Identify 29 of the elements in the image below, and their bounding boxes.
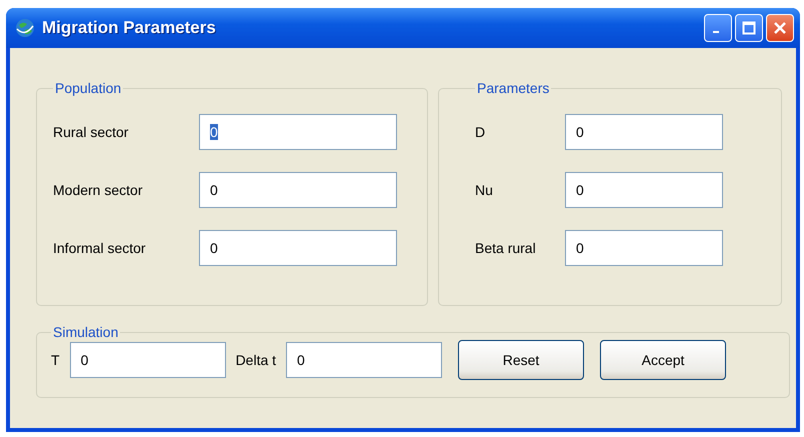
minimize-button[interactable]	[704, 14, 732, 42]
field-label: Informal sector	[53, 240, 147, 256]
field-label: Nu	[475, 182, 494, 198]
field-label: T	[51, 352, 60, 368]
globe-icon	[14, 17, 36, 39]
input-field[interactable]: 0	[70, 342, 226, 378]
input-field[interactable]: 0	[199, 114, 397, 150]
close-icon	[773, 21, 787, 35]
field-label: Delta t	[236, 352, 276, 368]
field-label: Beta rural	[475, 240, 537, 256]
group-title: Simulation	[52, 324, 120, 340]
maximize-button[interactable]	[735, 14, 763, 42]
input-field[interactable]: 0	[565, 114, 723, 150]
input-field[interactable]: 0	[199, 172, 397, 208]
dialog-button[interactable]: Reset	[458, 340, 584, 380]
group-title: Parameters	[476, 80, 550, 96]
dialog-button[interactable]: Accept	[600, 340, 726, 380]
minimize-icon	[713, 31, 719, 33]
input-field[interactable]: 0	[565, 172, 723, 208]
field-label: D	[475, 124, 486, 140]
field-label: Modern sector	[53, 182, 144, 198]
window-title: Migration Parameters	[42, 18, 217, 38]
group-title: Population	[54, 80, 122, 96]
close-button[interactable]	[766, 14, 794, 42]
field-label: Rural sector	[53, 124, 130, 140]
input-field[interactable]: 0	[199, 230, 397, 266]
input-field[interactable]: 0	[565, 230, 723, 266]
input-field[interactable]: 0	[286, 342, 442, 378]
maximize-icon	[742, 21, 756, 35]
